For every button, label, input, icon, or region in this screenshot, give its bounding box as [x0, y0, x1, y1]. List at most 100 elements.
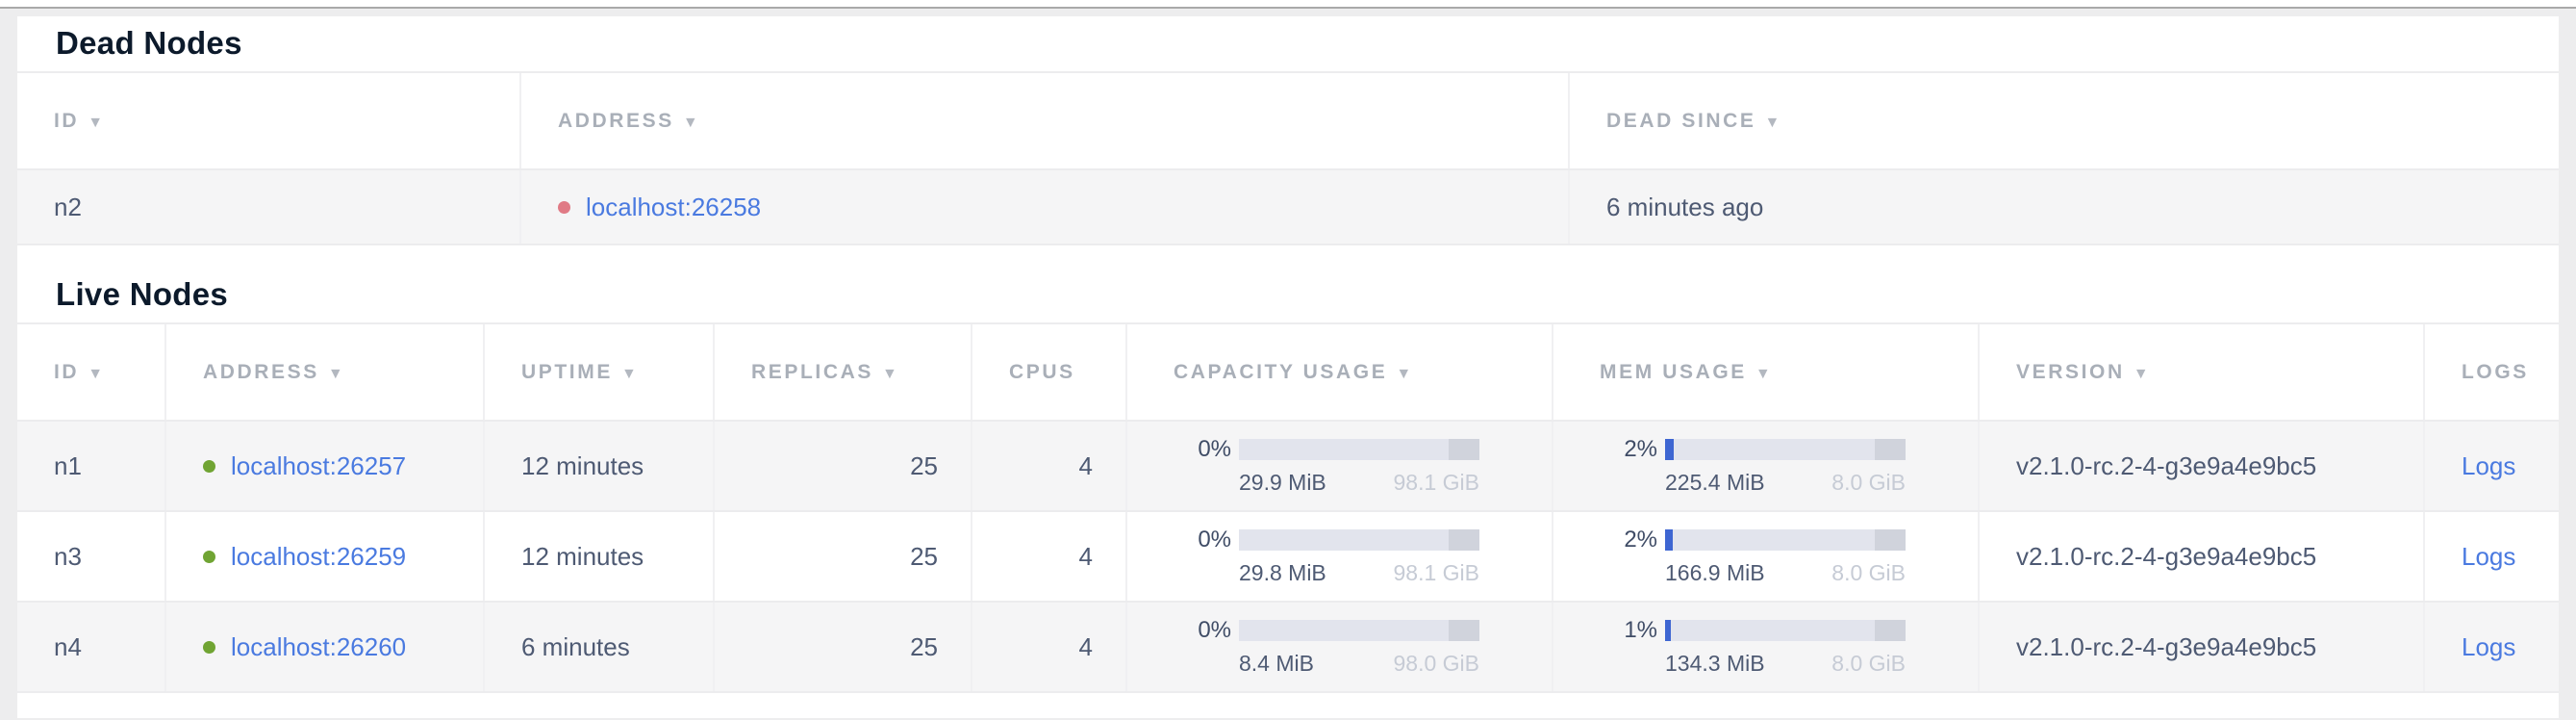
dead-nodes-table: ID ▼ ADDRESS ▼ DEAD SINCE ▼ n2 localhost:26… [17, 73, 2559, 245]
mem-used-value: 166.9 MiB [1665, 560, 1765, 586]
capacity-percent: 0% [1174, 617, 1231, 644]
version-cell: v2.1.0-rc.2-4-g3e9a4e9bc5 [1979, 421, 2424, 511]
live-node-status-dot [203, 551, 215, 563]
logs-link[interactable]: Logs [2462, 451, 2515, 480]
logs-cell: Logs [2424, 511, 2559, 602]
replicas-cell: 25 [714, 511, 972, 602]
live-node-row: n4 localhost:26260 6 minutes 25 4 0% [17, 602, 2559, 692]
col-label: ID [54, 361, 79, 383]
capacity-percent: 0% [1174, 527, 1231, 553]
live-col-header-address[interactable]: ADDRESS▼ [165, 324, 484, 421]
dead-col-header-dead-since[interactable]: DEAD SINCE ▼ [1569, 73, 2559, 169]
capacity-total-value: 98.0 GiB [1394, 651, 1480, 677]
capacity-used-value: 8.4 MiB [1239, 651, 1314, 677]
mem-usage-cell: 2% 225.4 MiB 8.0 GiB [1553, 421, 1979, 511]
sort-desc-icon: ▼ [1765, 115, 1782, 131]
sort-desc-icon: ▼ [882, 366, 899, 382]
live-nodes-header-row: ID▼ ADDRESS▼ UPTIME▼ REPLICAS▼ CPUS [17, 324, 2559, 421]
live-nodes-table: ID▼ ADDRESS▼ UPTIME▼ REPLICAS▼ CPUS [17, 324, 2559, 693]
mem-usage-bar [1665, 620, 1906, 641]
live-col-header-id[interactable]: ID ▼ [17, 324, 165, 421]
live-col-header-logs: LOGS [2424, 324, 2559, 421]
sort-desc-icon: ▼ [683, 115, 700, 131]
uptime-cell: 12 minutes [484, 511, 714, 602]
live-col-header-replicas[interactable]: REPLICAS ▼ [714, 324, 972, 421]
logs-cell: Logs [2424, 421, 2559, 511]
dead-node-status-dot [558, 201, 570, 214]
live-col-header-mem-usage[interactable]: MEM USAGE▼ [1553, 324, 1979, 421]
node-id-cell: n2 [17, 169, 520, 244]
mem-percent: 2% [1600, 436, 1657, 463]
sort-desc-icon: ▼ [1755, 366, 1773, 382]
capacity-bar-cap [1449, 529, 1479, 551]
nodes-panel: Dead Nodes ID ▼ ADDRESS ▼ DEAD SINCE ▼ [17, 16, 2559, 718]
live-col-header-capacity-usage[interactable]: CAPACITY USAGE ▼ [1126, 324, 1553, 421]
sort-desc-icon: ▼ [88, 366, 105, 382]
live-nodes-title: Live Nodes [56, 276, 2559, 313]
sort-desc-icon: ▼ [88, 115, 105, 131]
capacity-usage-cell: 0% 8.4 MiB 98.0 GiB [1126, 602, 1553, 692]
capacity-total-value: 98.1 GiB [1394, 560, 1480, 586]
capacity-bar-cap [1449, 439, 1479, 460]
version-cell: v2.1.0-rc.2-4-g3e9a4e9bc5 [1979, 602, 2424, 692]
node-id-cell: n1 [17, 421, 165, 511]
sort-desc-icon: ▼ [1396, 366, 1413, 382]
node-id-cell: n3 [17, 511, 165, 602]
capacity-usage-bar [1239, 529, 1479, 551]
col-label: VERSION [2016, 361, 2125, 383]
col-label: CAPACITY USAGE [1174, 361, 1387, 383]
node-address-link[interactable]: localhost:26257 [231, 451, 406, 480]
cpus-cell: 4 [972, 511, 1126, 602]
live-node-status-dot [203, 641, 215, 654]
logs-link[interactable]: Logs [2462, 542, 2515, 571]
dead-nodes-header-row: ID ▼ ADDRESS ▼ DEAD SINCE ▼ [17, 73, 2559, 169]
col-label: LOGS [2462, 361, 2529, 383]
node-address-cell: localhost:26260 [165, 602, 484, 692]
col-label: UPTIME [521, 361, 613, 383]
col-label: REPLICAS [751, 361, 873, 383]
node-address-link[interactable]: localhost:26260 [231, 632, 406, 661]
version-cell: v2.1.0-rc.2-4-g3e9a4e9bc5 [1979, 511, 2424, 602]
node-address-cell: localhost:26258 [520, 169, 1569, 244]
mem-used-value: 225.4 MiB [1665, 470, 1765, 496]
mem-bar-fill [1665, 439, 1674, 460]
capacity-percent: 0% [1174, 436, 1231, 463]
col-label: ID [54, 110, 79, 132]
logs-cell: Logs [2424, 602, 2559, 692]
capacity-used-value: 29.8 MiB [1239, 560, 1326, 586]
mem-bar-cap [1875, 620, 1906, 641]
node-address-cell: localhost:26259 [165, 511, 484, 602]
mem-bar-cap [1875, 439, 1906, 460]
capacity-usage-cell: 0% 29.8 MiB 98.1 GiB [1126, 511, 1553, 602]
capacity-usage-bar [1239, 620, 1479, 641]
dead-col-header-address[interactable]: ADDRESS ▼ [520, 73, 1569, 169]
node-address-link[interactable]: localhost:26258 [586, 193, 761, 221]
col-label: DEAD SINCE [1606, 110, 1756, 132]
dead-node-row: n2 localhost:26258 6 minutes ago [17, 169, 2559, 244]
mem-bar-fill [1665, 529, 1673, 551]
capacity-usage-cell: 0% 29.9 MiB 98.1 GiB [1126, 421, 1553, 511]
node-address-cell: localhost:26257 [165, 421, 484, 511]
cpus-cell: 4 [972, 602, 1126, 692]
node-id-cell: n4 [17, 602, 165, 692]
replicas-cell: 25 [714, 602, 972, 692]
live-col-header-uptime[interactable]: UPTIME▼ [484, 324, 714, 421]
sort-desc-icon: ▼ [2134, 366, 2151, 382]
dead-col-header-id[interactable]: ID ▼ [17, 73, 520, 169]
capacity-total-value: 98.1 GiB [1394, 470, 1480, 496]
capacity-usage-bar [1239, 439, 1479, 460]
dead-nodes-title: Dead Nodes [56, 25, 2559, 62]
live-node-status-dot [203, 460, 215, 473]
col-label: ADDRESS [558, 110, 674, 132]
uptime-cell: 12 minutes [484, 421, 714, 511]
capacity-used-value: 29.9 MiB [1239, 470, 1326, 496]
mem-usage-cell: 2% 166.9 MiB 8.0 GiB [1553, 511, 1979, 602]
live-nodes-header: Live Nodes [17, 245, 2559, 324]
top-divider [0, 0, 2576, 9]
node-address-link[interactable]: localhost:26259 [231, 542, 406, 571]
mem-total-value: 8.0 GiB [1831, 651, 1906, 677]
mem-percent: 2% [1600, 527, 1657, 553]
capacity-bar-cap [1449, 620, 1479, 641]
live-col-header-version[interactable]: VERSION ▼ [1979, 324, 2424, 421]
logs-link[interactable]: Logs [2462, 632, 2515, 661]
